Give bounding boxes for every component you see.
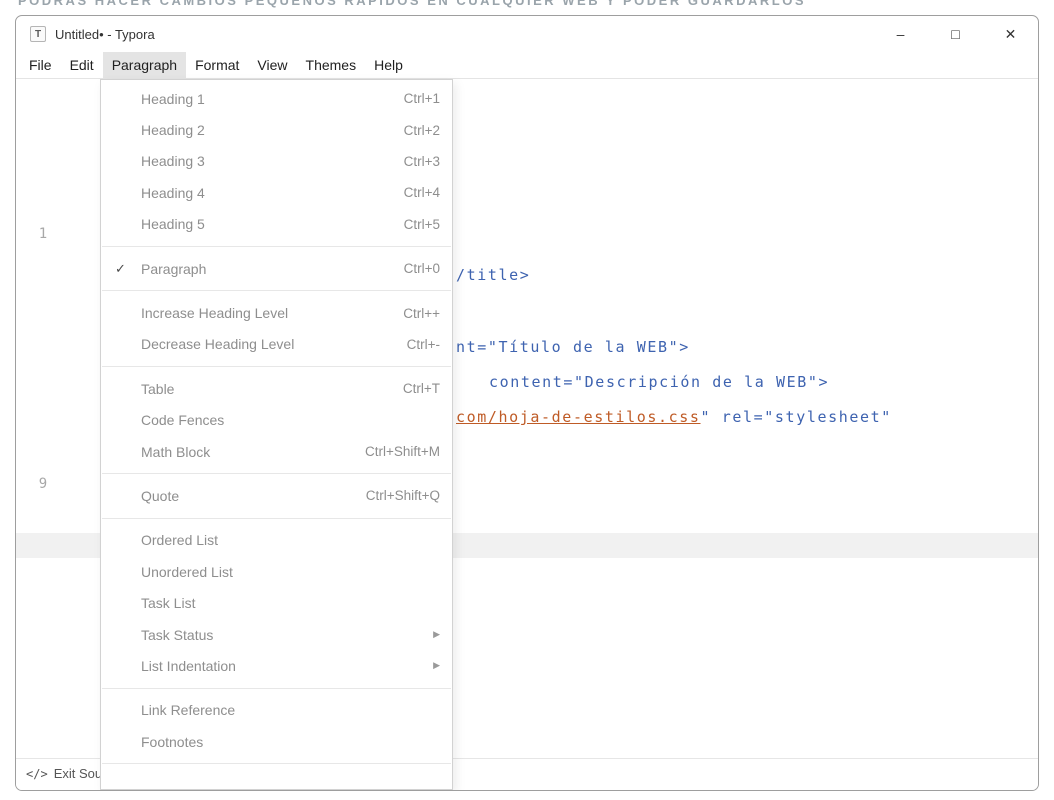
menu-item-list-indentation[interactable]: List Indentation ▶ [101, 650, 452, 681]
menu-item-heading-2[interactable]: Heading 2 Ctrl+2 [101, 114, 452, 145]
menu-item-decrease-heading-level[interactable]: Decrease Heading Level Ctrl+- [101, 329, 452, 360]
window-controls: – □ ✕ [873, 16, 1038, 52]
cropped-caption-strip: PODRÁS HACER CAMBIOS PEQUEÑOS RÁPIDOS EN… [0, 0, 1054, 13]
menu-item-unordered-list[interactable]: Unordered List [101, 556, 452, 587]
menu-separator [102, 473, 451, 474]
menu-item-heading-1[interactable]: Heading 1 Ctrl+1 [101, 83, 452, 114]
window-title: Untitled• - Typora [55, 27, 155, 42]
menu-edit[interactable]: Edit [61, 52, 103, 78]
menu-item-link-reference[interactable]: Link Reference [101, 695, 452, 726]
line-number-active: 9 [30, 476, 56, 492]
menu-item-heading-5[interactable]: Heading 5 Ctrl+5 [101, 209, 452, 240]
menu-item-ordered-list[interactable]: Ordered List [101, 525, 452, 556]
menu-item-task-status[interactable]: Task Status ▶ [101, 619, 452, 650]
menu-help[interactable]: Help [365, 52, 412, 78]
maximize-icon[interactable]: □ [928, 16, 983, 52]
code-fragment: content="Descripción de la WEB"> [489, 373, 829, 391]
menu-separator [102, 763, 451, 764]
menu-item-math-block[interactable]: Math Block Ctrl+Shift+M [101, 436, 452, 467]
menu-separator [102, 366, 451, 367]
menu-themes[interactable]: Themes [297, 52, 366, 78]
menu-separator [102, 518, 451, 519]
submenu-arrow-icon: ▶ [433, 660, 440, 671]
minimize-icon[interactable]: – [873, 16, 928, 52]
code-after-link: " rel="stylesheet" [701, 408, 892, 426]
typora-app-icon: T [30, 26, 46, 42]
menu-item-increase-heading-level[interactable]: Increase Heading Level Ctrl++ [101, 297, 452, 328]
menu-separator [102, 290, 451, 291]
menu-item-paragraph[interactable]: ✓ Paragraph Ctrl+0 [101, 253, 452, 284]
stylesheet-link[interactable]: com/hoja-de-estilos.css [456, 408, 701, 426]
line-number: 1 [30, 226, 56, 242]
code-fragment: /title> [456, 266, 530, 284]
code-fragment-link-line: com/hoja-de-estilos.css" rel="stylesheet… [456, 408, 892, 426]
menu-separator [102, 246, 451, 247]
submenu-arrow-icon: ▶ [433, 629, 440, 640]
menu-item-table[interactable]: Table Ctrl+T [101, 373, 452, 404]
menu-item-footnotes[interactable]: Footnotes [101, 726, 452, 757]
menu-format[interactable]: Format [186, 52, 248, 78]
menu-separator [102, 688, 451, 689]
menu-view[interactable]: View [248, 52, 296, 78]
menu-item-code-fences[interactable]: Code Fences [101, 405, 452, 436]
checkmark-icon: ✓ [115, 261, 141, 277]
app-window: T Untitled• - Typora – □ ✕ File Edit Par… [15, 15, 1039, 791]
menu-item-heading-3[interactable]: Heading 3 Ctrl+3 [101, 146, 452, 177]
title-bar: T Untitled• - Typora – □ ✕ [16, 16, 1038, 52]
code-fragment: nt="Título de la WEB"> [456, 338, 690, 356]
menu-paragraph[interactable]: Paragraph [103, 52, 186, 78]
menu-item-quote[interactable]: Quote Ctrl+Shift+Q [101, 480, 452, 511]
menu-item-heading-4[interactable]: Heading 4 Ctrl+4 [101, 177, 452, 208]
menu-bar: File Edit Paragraph Format View Themes H… [16, 52, 1038, 79]
close-icon[interactable]: ✕ [983, 16, 1038, 52]
cropped-caption-text: PODRÁS HACER CAMBIOS PEQUEÑOS RÁPIDOS EN… [0, 0, 1054, 8]
menu-item-task-list[interactable]: Task List [101, 587, 452, 618]
menu-file[interactable]: File [20, 52, 61, 78]
code-brackets-icon: </> [26, 767, 48, 781]
paragraph-dropdown-menu: Heading 1 Ctrl+1 Heading 2 Ctrl+2 Headin… [100, 79, 453, 790]
